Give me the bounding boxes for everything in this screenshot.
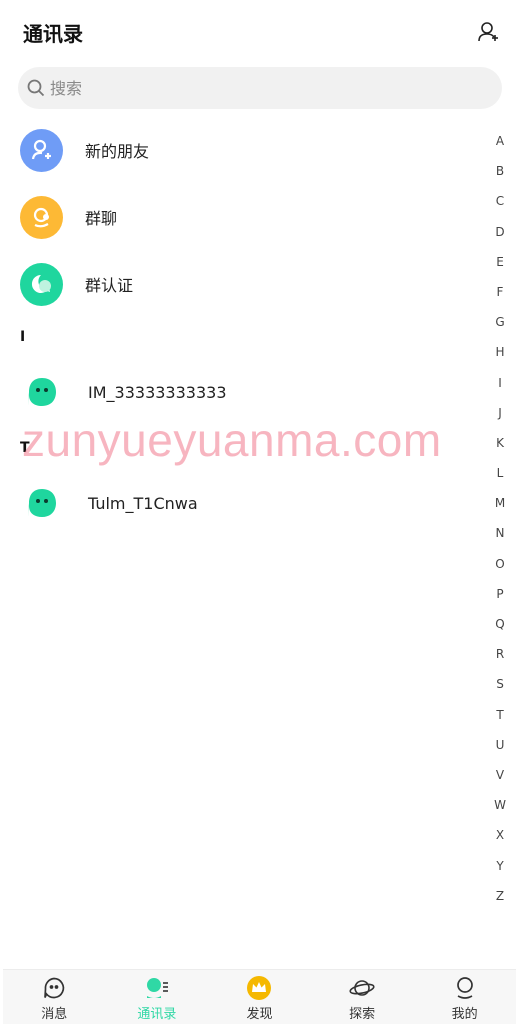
index-letter-u[interactable]: U [496,730,505,760]
menu-label: 新的朋友 [85,142,150,161]
index-letter-t[interactable]: T [496,700,503,730]
menu-label: 群认证 [85,276,134,295]
contact-name: IM_33333333333 [88,382,227,402]
search-icon [26,78,46,98]
contacts-icon [144,975,170,1001]
index-letter-n[interactable]: N [496,518,505,548]
index-letter-y[interactable]: Y [496,851,503,881]
section-letter-t: T [20,440,30,456]
contact-name: Tulm_T1Cnwa [88,493,198,513]
index-letter-f[interactable]: F [497,277,504,307]
page-title: 通讯录 [23,22,83,46]
index-letter-h[interactable]: H [495,337,504,367]
section-letter-i: I [20,329,26,345]
profile-icon [452,975,478,1001]
tab-label: 消息 [41,1007,68,1022]
contact-row[interactable]: IM_33333333333 [25,372,465,412]
tab-contacts[interactable]: 通讯录 [106,970,209,1024]
user-plus-icon [20,128,63,172]
tab-messages[interactable]: 消息 [3,970,106,1024]
index-letter-b[interactable]: B [496,156,504,186]
avatar [28,378,56,406]
add-friend-button[interactable] [475,18,503,46]
contacts-page: 通讯录 新的朋友 [0,0,519,1024]
tab-profile[interactable]: 我的 [413,970,516,1024]
tab-bar: 消息 通讯录 发现 探索 我的 [3,969,516,1024]
contact-row[interactable]: Tulm_T1Cnwa [25,483,465,523]
tab-label: 通讯录 [137,1007,177,1022]
search-input[interactable] [50,78,470,98]
search-bar[interactable] [18,67,502,109]
index-letter-z[interactable]: Z [496,881,504,911]
group-verify-icon [20,262,63,306]
menu-group-chat[interactable]: 群聊 [20,195,460,239]
index-letter-v[interactable]: V [496,760,504,790]
watermark: zunyueyuanma.com [22,414,442,466]
menu-group-verify[interactable]: 群认证 [20,262,460,306]
index-letter-k[interactable]: K [496,428,504,458]
tab-label: 我的 [451,1007,478,1022]
index-letter-j[interactable]: J [498,398,502,428]
tab-label: 发现 [246,1007,273,1022]
crown-icon [246,975,272,1001]
menu-new-friends[interactable]: 新的朋友 [20,128,460,172]
index-letter-p[interactable]: P [496,579,503,609]
index-letter-r[interactable]: R [496,639,504,669]
index-letter-w[interactable]: W [494,790,506,820]
index-letter-i[interactable]: I [498,368,502,398]
index-letter-g[interactable]: G [495,307,504,337]
header: 通讯录 [0,0,519,64]
index-letter-e[interactable]: E [496,247,504,277]
index-letter-c[interactable]: C [496,186,504,216]
tab-explore[interactable]: 探索 [311,970,414,1024]
planet-icon [349,975,375,1001]
index-letter-d[interactable]: D [495,217,504,247]
tab-discover[interactable]: 发现 [208,970,311,1024]
user-plus-icon [478,22,498,42]
alphabet-index[interactable]: ABCDEFGHIJKLMNOPQRSTUVWXYZ [491,126,509,911]
tab-label: 探索 [349,1007,376,1022]
index-letter-s[interactable]: S [496,669,504,699]
menu-label: 群聊 [85,209,118,228]
group-chat-icon [20,195,63,239]
index-letter-x[interactable]: X [496,820,504,850]
avatar [28,489,56,517]
index-letter-o[interactable]: O [495,549,504,579]
index-letter-l[interactable]: L [497,458,504,488]
chat-bubble-icon [41,975,67,1001]
index-letter-m[interactable]: M [495,488,505,518]
index-letter-a[interactable]: A [496,126,504,156]
index-letter-q[interactable]: Q [495,609,504,639]
